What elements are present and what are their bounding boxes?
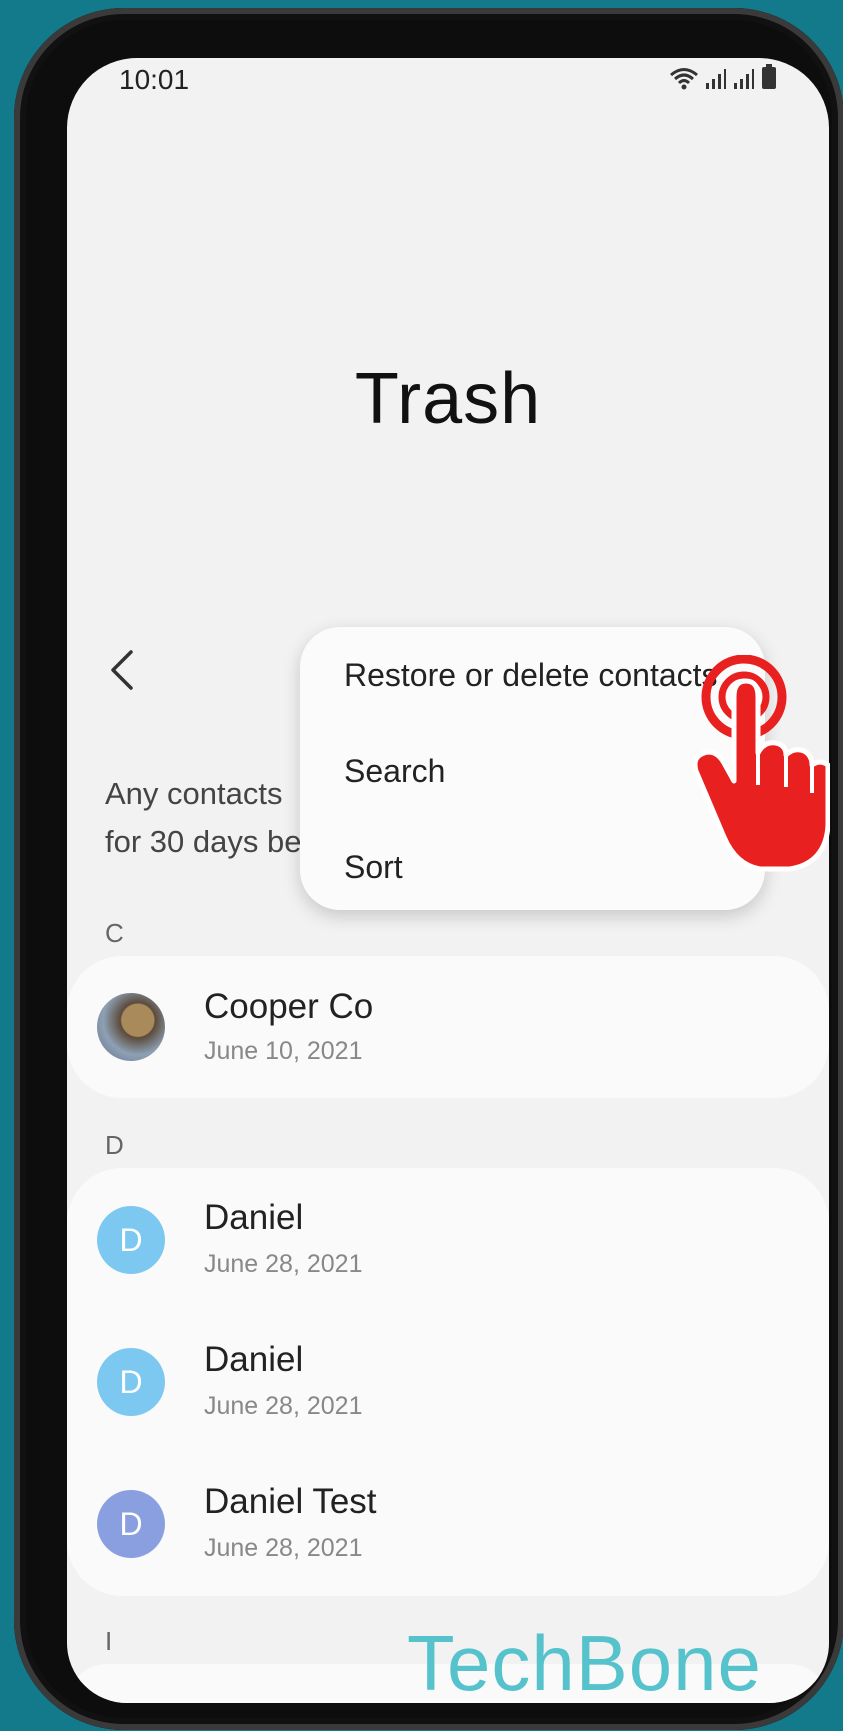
battery-icon <box>762 64 776 89</box>
status-icons <box>669 64 777 90</box>
contact-item-daniel-test[interactable]: D Daniel Test June 28, 2021 <box>67 1462 829 1582</box>
contact-item-daniel[interactable]: D Daniel June 28, 2021 <box>67 1178 829 1298</box>
signal-icon <box>734 69 754 89</box>
menu-item-restore-or-delete[interactable]: Restore or delete contacts <box>344 657 718 694</box>
phone-screen: 10:01 Trash Any contacts for 30 days be … <box>67 58 829 1703</box>
tap-hand-icon <box>692 655 830 872</box>
back-icon[interactable] <box>103 646 143 694</box>
section-header-c: C <box>105 918 124 948</box>
contact-name: Cooper Co <box>204 987 374 1026</box>
contact-date: June 28, 2021 <box>204 1534 363 1562</box>
wifi-icon <box>670 68 698 90</box>
section-header-d: D <box>105 1130 124 1160</box>
contact-item-cooper-co[interactable]: Cooper Co June 10, 2021 <box>67 967 829 1087</box>
contact-name: Daniel <box>204 1340 304 1379</box>
contact-photo-avatar <box>97 993 165 1061</box>
contact-group-d: D Daniel June 28, 2021 D Daniel June 28,… <box>67 1168 829 1596</box>
menu-item-search[interactable]: Search <box>344 753 445 790</box>
contact-initial-avatar: D <box>97 1490 165 1558</box>
techbone-watermark: TechBone <box>407 1619 762 1707</box>
contact-group-c: Cooper Co June 10, 2021 <box>67 956 829 1098</box>
contact-date: June 28, 2021 <box>204 1250 363 1278</box>
contact-date: June 10, 2021 <box>204 1037 363 1065</box>
status-time: 10:01 <box>119 64 190 95</box>
contact-item-daniel[interactable]: D Daniel June 28, 2021 <box>67 1320 829 1440</box>
menu-item-sort[interactable]: Sort <box>344 849 403 886</box>
signal-icon <box>706 69 726 89</box>
contact-name: Daniel <box>204 1198 304 1237</box>
contact-date: June 28, 2021 <box>204 1392 363 1420</box>
contact-initial-avatar: D <box>97 1206 165 1274</box>
contact-name: Daniel Test <box>204 1482 377 1521</box>
contact-initial-avatar: D <box>97 1348 165 1416</box>
page-title: Trash <box>354 359 542 439</box>
section-header-i: I <box>105 1626 113 1656</box>
